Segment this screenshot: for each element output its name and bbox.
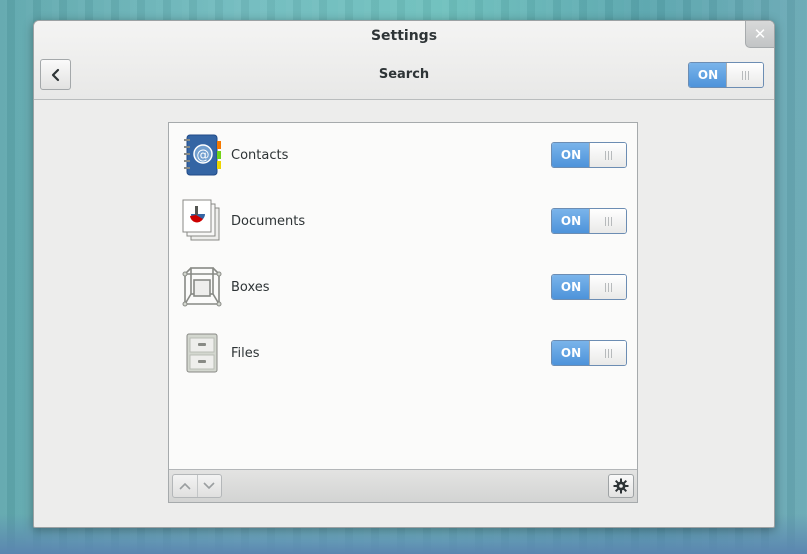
contacts-icon: @ [184, 134, 221, 176]
settings-window: Settings ✕ Search ON @ Contacts ON Docum… [33, 20, 775, 528]
chevron-up-icon [179, 482, 191, 490]
search-master-switch[interactable]: ON [688, 62, 764, 88]
gear-icon [613, 478, 629, 494]
boxes-switch[interactable]: ON [551, 274, 627, 300]
documents-switch[interactable]: ON [551, 208, 627, 234]
svg-text:@: @ [197, 148, 210, 163]
switch-on-label: ON [552, 275, 590, 299]
documents-icon [182, 199, 220, 241]
switch-knob [589, 143, 626, 167]
window-title: Settings [370, 28, 438, 44]
list-toolbar [169, 469, 637, 502]
page-title: Search [378, 67, 430, 82]
close-button[interactable]: ✕ [745, 21, 774, 48]
switch-knob [589, 275, 626, 299]
switch-on-label: ON [552, 209, 590, 233]
provider-label: Contacts [231, 148, 289, 163]
files-switch[interactable]: ON [551, 340, 627, 366]
switch-on-label: ON [552, 143, 590, 167]
close-icon: ✕ [753, 25, 767, 43]
list-item: Files ON [169, 321, 637, 387]
files-icon [186, 333, 218, 373]
chevron-down-icon [203, 482, 215, 490]
header-bar: Settings ✕ Search ON [34, 21, 774, 100]
boxes-icon [182, 267, 222, 307]
provider-settings-button[interactable] [608, 474, 634, 498]
reorder-buttons [172, 474, 222, 498]
move-up-button[interactable] [173, 475, 197, 497]
switch-knob [726, 63, 763, 87]
provider-label: Documents [231, 214, 306, 229]
search-providers-list: @ Contacts ON Documents ON Boxes ON File… [168, 122, 638, 503]
switch-knob [589, 209, 626, 233]
switch-on-label: ON [689, 63, 727, 87]
switch-on-label: ON [552, 341, 590, 365]
switch-knob [589, 341, 626, 365]
contacts-switch[interactable]: ON [551, 142, 627, 168]
move-down-button[interactable] [196, 475, 222, 497]
list-item: Boxes ON [169, 255, 637, 321]
provider-label: Files [231, 346, 260, 361]
list-item: Documents ON [169, 189, 637, 255]
list-item: @ Contacts ON [169, 123, 637, 189]
provider-label: Boxes [231, 280, 270, 295]
